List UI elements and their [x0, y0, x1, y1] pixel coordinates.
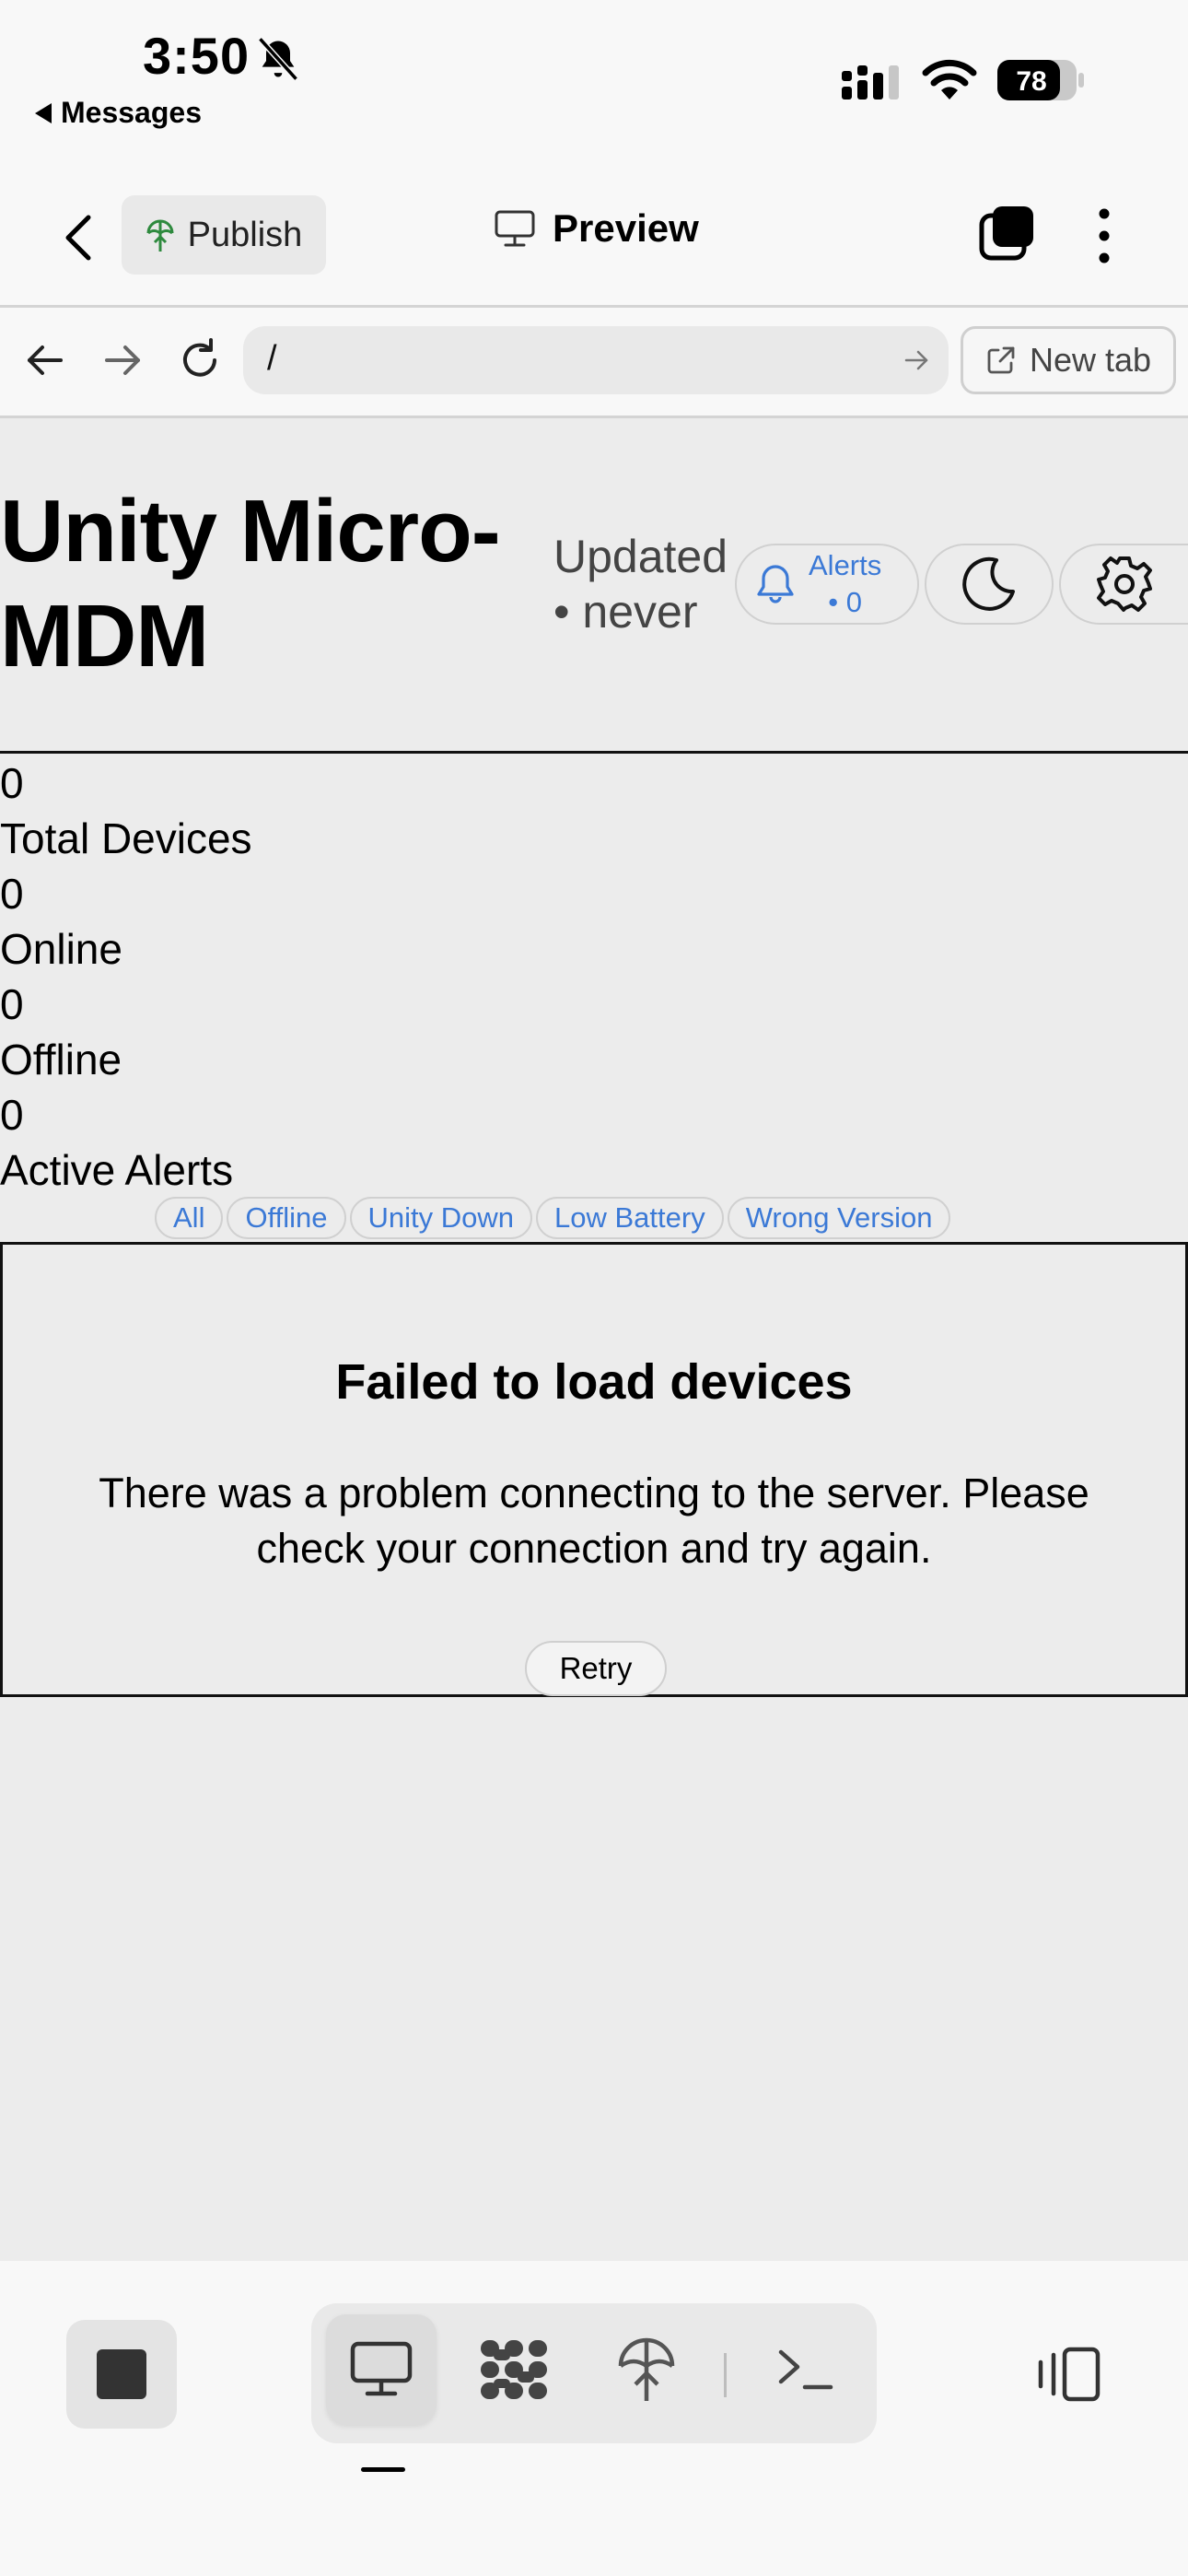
header-divider — [0, 751, 1188, 754]
battery-level: 78 — [1016, 66, 1046, 97]
publish-button[interactable]: Publish — [122, 195, 326, 275]
back-app-label: Messages — [61, 96, 202, 129]
stat-online-label: Online — [0, 925, 122, 973]
signal-icon — [842, 65, 899, 100]
external-link-icon — [987, 346, 1015, 374]
filter-low-battery[interactable]: Low Battery — [536, 1197, 724, 1239]
alerts-label: Alerts — [809, 549, 882, 581]
split-view-icon[interactable] — [1030, 2346, 1101, 2403]
chevron-left-icon[interactable] — [57, 210, 101, 265]
bottom-toolbar — [0, 2261, 1188, 2576]
preview-tool-button[interactable] — [326, 2314, 437, 2425]
tabs-icon[interactable] — [978, 205, 1035, 262]
reload-icon[interactable] — [177, 337, 223, 383]
status-time: 3:50 — [143, 27, 250, 85]
arrow-left-icon[interactable] — [22, 337, 68, 383]
wifi-icon — [922, 59, 977, 100]
alerts-button[interactable]: Alerts • 0 — [735, 544, 919, 625]
preview-label: Preview — [553, 206, 699, 250]
stat-total-value: 0 — [0, 759, 24, 807]
preview-page: Unity Micro-MDM Updated • never Alerts •… — [0, 418, 1188, 2261]
battery-icon: 78 — [997, 60, 1084, 100]
new-tab-label: New tab — [1029, 341, 1152, 379]
preview-tool-icon — [350, 2341, 413, 2396]
more-icon[interactable] — [1090, 206, 1118, 265]
stop-icon — [97, 2349, 146, 2399]
packages-icon — [481, 2340, 547, 2399]
go-arrow-icon[interactable] — [903, 346, 930, 374]
tool-separator — [724, 2353, 727, 2397]
bell-icon — [757, 565, 794, 603]
publish-label: Publish — [187, 215, 303, 254]
status-bar: 3:50 Messages 78 — [0, 0, 1188, 138]
stop-button[interactable] — [66, 2320, 177, 2429]
active-tool-indicator — [361, 2467, 405, 2472]
filter-all[interactable]: All — [155, 1197, 224, 1239]
preview-title: Preview — [494, 206, 699, 251]
bell-slash-icon — [258, 37, 298, 81]
url-text: / — [267, 339, 277, 378]
monitor-icon — [495, 210, 535, 247]
stat-alerts-value: 0 — [0, 1091, 24, 1139]
stats-panel: 0 Total Devices 0 Online 0 Offline 0 Act… — [0, 755, 1188, 1198]
updated-text: Updated • never — [553, 531, 728, 638]
packages-tool-button[interactable] — [459, 2314, 569, 2425]
back-triangle-icon — [35, 102, 52, 123]
publish-icon — [146, 219, 174, 252]
terminal-icon — [778, 2349, 833, 2390]
new-tab-button[interactable]: New tab — [961, 326, 1176, 394]
stat-offline-value: 0 — [0, 980, 24, 1028]
stat-total-label: Total Devices — [0, 814, 252, 862]
filter-unity-down[interactable]: Unity Down — [349, 1197, 532, 1239]
filter-wrong-version[interactable]: Wrong Version — [727, 1197, 951, 1239]
stat-offline-label: Offline — [0, 1036, 122, 1083]
moon-icon — [962, 556, 1015, 611]
back-to-messages[interactable]: Messages — [35, 96, 202, 130]
filter-bar: All Offline Unity Down Low Battery Wrong… — [155, 1197, 951, 1239]
app-bar: Publish Preview — [0, 175, 1188, 304]
gear-icon — [1097, 556, 1152, 612]
alerts-count: • 0 — [828, 586, 862, 618]
theme-toggle-button[interactable] — [925, 544, 1054, 625]
terminal-tool-button[interactable] — [750, 2314, 860, 2425]
deploy-tool-button[interactable] — [591, 2314, 702, 2425]
alerts-text: Alerts • 0 — [809, 547, 881, 621]
filter-offline[interactable]: Offline — [227, 1197, 346, 1239]
deploy-icon — [618, 2337, 675, 2401]
arrow-right-icon[interactable] — [99, 337, 146, 383]
url-input[interactable]: / — [243, 326, 949, 394]
error-panel: Failed to load devices There was a probl… — [0, 1242, 1188, 1697]
tool-switcher — [311, 2303, 877, 2443]
error-title: Failed to load devices — [335, 1354, 853, 1410]
error-message: There was a problem connecting to the se… — [99, 1469, 1089, 1572]
stat-alerts-label: Active Alerts — [0, 1146, 234, 1194]
settings-button[interactable] — [1059, 544, 1188, 625]
retry-button[interactable]: Retry — [525, 1641, 667, 1696]
stat-online-value: 0 — [0, 870, 24, 918]
page-title: Unity Micro-MDM — [0, 482, 501, 685]
browser-bar: / New tab — [0, 308, 1188, 416]
